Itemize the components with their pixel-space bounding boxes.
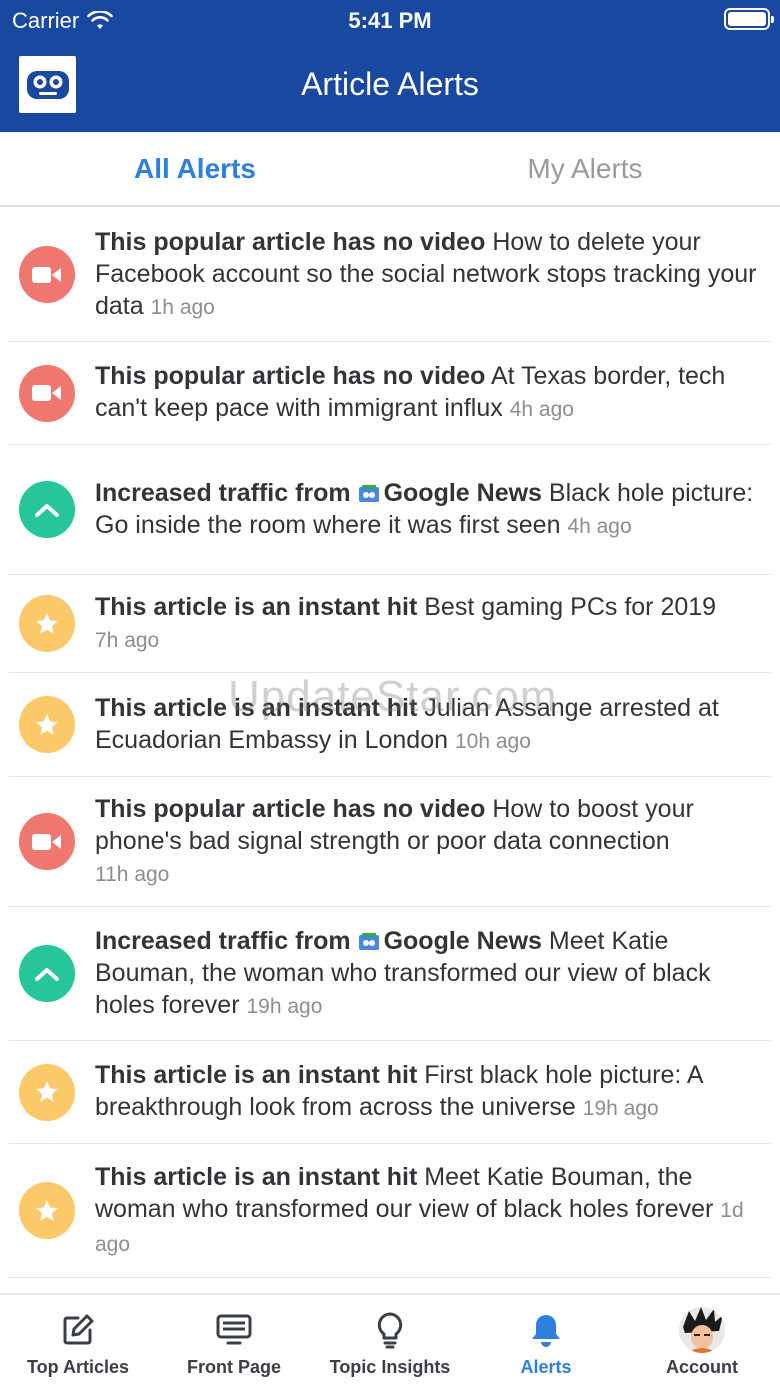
alert-reason: Increased traffic from: [95, 478, 351, 507]
alert-time: 7h ago: [95, 628, 160, 652]
alert-item[interactable]: This popular article has no video How to…: [9, 208, 771, 342]
video-camera-icon: [19, 246, 75, 303]
chevron-up-icon: [19, 945, 75, 1002]
alert-item[interactable]: Increased traffic from Google News Black…: [9, 445, 771, 575]
clock: 5:41 PM: [348, 8, 432, 33]
edit-icon: [55, 1307, 101, 1353]
google-news-icon: [358, 484, 379, 502]
tab-my-alerts[interactable]: My Alerts: [390, 132, 780, 205]
tabbar-label: Alerts: [520, 1357, 572, 1377]
alert-reason: This popular article has no video: [95, 794, 486, 823]
tabbar-item-front-page[interactable]: Front Page: [156, 1295, 312, 1387]
alert-reason: This article is an instant hit: [95, 693, 418, 722]
traffic-source: Google News: [383, 926, 542, 955]
alert-item[interactable]: This popular article has no video At Tex…: [9, 342, 771, 445]
video-camera-icon: [19, 813, 75, 870]
lightbulb-icon: [367, 1307, 413, 1353]
alert-item[interactable]: This article is an instant hit First bla…: [9, 1041, 771, 1144]
chevron-up-icon: [19, 481, 75, 538]
tabbar-label: Account: [666, 1357, 738, 1377]
alert-item[interactable]: This article is an instant hit Meet Kati…: [9, 1144, 771, 1278]
alert-reason: This article is an instant hit: [95, 1162, 418, 1191]
star-icon: [19, 1182, 75, 1239]
tabbar-label: Front Page: [186, 1357, 281, 1377]
battery-icon: [724, 8, 774, 30]
alert-time: 10h ago: [454, 729, 531, 753]
star-icon: [19, 1063, 75, 1121]
bottom-tab-bar: Top Articles Front Page Topic Insights A…: [0, 1293, 780, 1387]
alert-reason: Increased traffic from: [95, 926, 351, 955]
page-title: Article Alerts: [301, 66, 479, 102]
alert-reason: This popular article has no video: [95, 362, 486, 390]
star-icon: [19, 595, 75, 652]
article-title[interactable]: Best gaming PCs for 2019: [424, 593, 716, 621]
star-icon: [19, 696, 75, 753]
tab-all-alerts[interactable]: All Alerts: [0, 132, 390, 205]
alert-time: 19h ago: [582, 1097, 659, 1120]
alert-item[interactable]: Increased traffic from Google News Meet …: [9, 907, 771, 1041]
alert-item[interactable]: This article is an instant hit Julian As…: [9, 673, 771, 777]
traffic-source: Google News: [383, 478, 542, 507]
alert-item[interactable]: This popular article has no video How to…: [9, 777, 771, 907]
tabbar-label: Top Articles: [26, 1357, 129, 1377]
alert-time: 4h ago: [567, 514, 632, 538]
avatar: [679, 1307, 725, 1353]
alert-time: 4h ago: [509, 398, 574, 421]
alert-time: 11h ago: [95, 862, 170, 886]
tabbar-label: Topic Insights: [329, 1357, 451, 1377]
video-camera-icon: [19, 364, 75, 422]
alert-time: 19h ago: [246, 994, 323, 1018]
google-news-icon: [358, 932, 379, 950]
monitor-icon: [211, 1307, 257, 1353]
status-bar: Carrier 5:41 PM: [0, 0, 780, 40]
alert-reason: This popular article has no video: [95, 227, 486, 256]
alert-item[interactable]: This article is an instant hit Best gami…: [9, 575, 771, 673]
alert-time: 1h ago: [150, 295, 215, 319]
alert-reason: This article is an instant hit: [95, 592, 418, 621]
tabbar-item-account[interactable]: Account: [624, 1295, 780, 1387]
app-header: Carrier 5:41 PM Article Alerts: [0, 0, 780, 132]
bell-icon: [523, 1307, 569, 1353]
alert-reason: This article is an instant hit: [95, 1061, 418, 1089]
alert-list: This popular article has no video How to…: [0, 208, 780, 1290]
tabbar-item-topic-insights[interactable]: Topic Insights: [312, 1295, 468, 1387]
tabbar-item-alerts[interactable]: Alerts: [468, 1295, 624, 1387]
alerts-tabs: All Alerts My Alerts: [0, 132, 780, 207]
tabbar-item-top-articles[interactable]: Top Articles: [0, 1295, 156, 1387]
